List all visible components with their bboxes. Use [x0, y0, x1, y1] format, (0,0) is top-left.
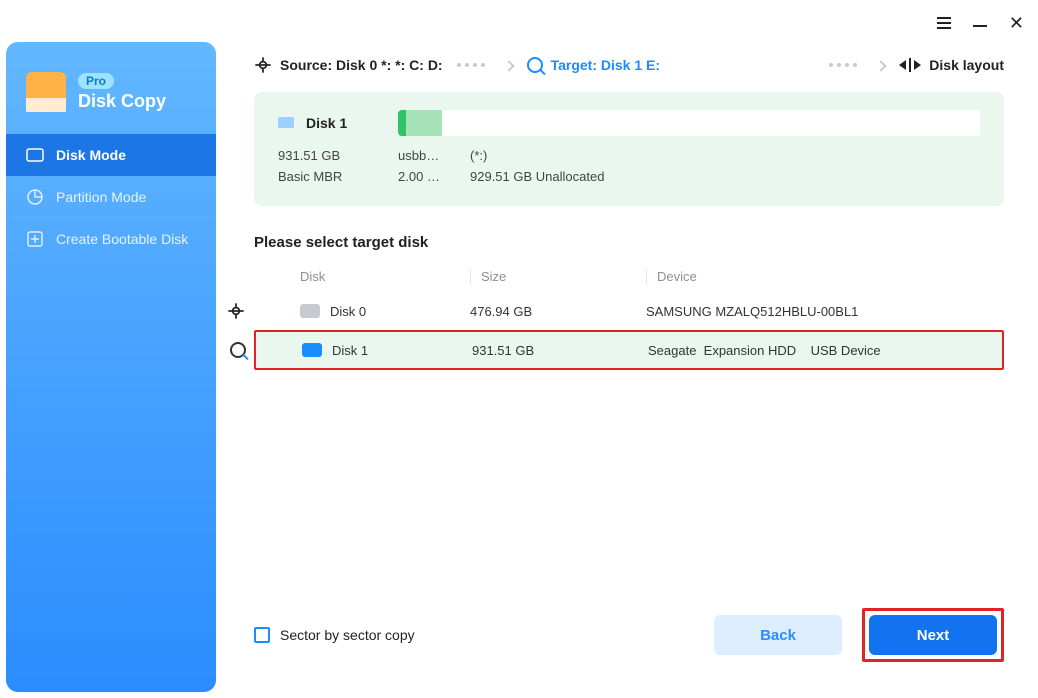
dots-icon [457, 63, 485, 67]
sector-copy-label: Sector by sector copy [280, 627, 415, 643]
table-header: Disk Size Device [254, 261, 1004, 292]
disk-icon [300, 304, 320, 318]
sidebar-item-disk-mode[interactable]: Disk Mode [6, 134, 216, 176]
section-title: Please select target disk [254, 234, 1004, 251]
row-disk-size: 476.94 GB [470, 304, 646, 319]
preview-disk-name: Disk 1 [306, 115, 347, 131]
next-button[interactable]: Next [869, 615, 997, 655]
col-size: Size [470, 269, 646, 284]
preview-size: 931.51 GB [278, 148, 398, 163]
bootable-disk-icon [26, 230, 44, 248]
disk-mode-icon [26, 146, 44, 164]
partition-usage-bar [398, 110, 980, 136]
footer-bar: Sector by sector copy Back Next [232, 608, 1026, 686]
step-source[interactable]: Source: Disk 0 *: *: C: D: [254, 56, 443, 74]
hamburger-icon[interactable] [937, 17, 951, 29]
disk-icon [278, 115, 296, 131]
preview-part1-size: 2.00 … [398, 169, 470, 184]
partition-mode-icon [26, 188, 44, 206]
row-disk-name: Disk 0 [330, 304, 366, 319]
sidebar-item-label: Disk Mode [56, 147, 126, 163]
row-disk-device: SAMSUNG MZALQ512HBLU-00BL1 [646, 304, 1004, 319]
checkbox-icon [254, 627, 270, 643]
preview-part2-size: 929.51 GB Unallocated [470, 169, 980, 184]
window-minimize[interactable] [973, 25, 987, 27]
step-bar: Source: Disk 0 *: *: C: D: Target: Disk … [232, 42, 1026, 88]
window-close[interactable]: ✕ [1009, 14, 1024, 32]
sidebar-item-label: Partition Mode [56, 189, 146, 205]
row-disk-device: Seagate Expansion HDD USB Device [648, 343, 1002, 358]
crosshair-icon [255, 57, 270, 72]
magnifier-icon [527, 57, 543, 73]
col-disk: Disk [300, 269, 470, 284]
preview-type: Basic MBR [278, 169, 398, 184]
preview-part2-name: (*:) [470, 148, 980, 163]
app-brand: Pro Disk Copy [6, 66, 216, 130]
main-panel: Source: Disk 0 *: *: C: D: Target: Disk … [232, 42, 1026, 686]
step-target[interactable]: Target: Disk 1 E: [527, 57, 660, 73]
dots-icon [829, 63, 857, 67]
step-layout[interactable]: Disk layout [899, 57, 1004, 73]
app-name: Disk Copy [78, 91, 166, 112]
target-preview-card: Disk 1 931.51 GB usbb… (*:) Basic MBR 2.… [254, 92, 1004, 206]
step-source-label: Source: Disk 0 *: *: C: D: [280, 57, 443, 73]
table-row-selected[interactable]: Disk 1 931.51 GB Seagate Expansion HDD U… [254, 330, 1004, 370]
disk-icon [302, 343, 322, 357]
magnifier-icon [230, 342, 246, 358]
app-logo-icon [26, 72, 66, 112]
disk-layout-icon [899, 58, 921, 72]
table-row[interactable]: Disk 0 476.94 GB SAMSUNG MZALQ512HBLU-00… [254, 292, 1004, 330]
row-disk-name: Disk 1 [332, 343, 368, 358]
chevron-right-icon [871, 57, 885, 73]
step-layout-label: Disk layout [929, 57, 1004, 73]
col-device: Device [646, 269, 1004, 284]
sector-copy-checkbox[interactable]: Sector by sector copy [254, 627, 415, 643]
row-disk-size: 931.51 GB [472, 343, 648, 358]
step-target-label: Target: Disk 1 E: [551, 57, 660, 73]
sidebar: Pro Disk Copy Disk Mode Partition Mode C… [6, 42, 216, 692]
sidebar-item-label: Create Bootable Disk [56, 231, 188, 247]
crosshair-icon [228, 303, 243, 318]
chevron-right-icon [499, 57, 513, 73]
sidebar-item-create-bootable[interactable]: Create Bootable Disk [6, 218, 216, 260]
pro-badge: Pro [78, 73, 114, 89]
back-button[interactable]: Back [714, 615, 842, 655]
target-disk-section: Please select target disk Disk Size Devi… [254, 234, 1004, 370]
preview-part1-name: usbb… [398, 148, 470, 163]
sidebar-item-partition-mode[interactable]: Partition Mode [6, 176, 216, 218]
highlight-box: Next [862, 608, 1004, 662]
